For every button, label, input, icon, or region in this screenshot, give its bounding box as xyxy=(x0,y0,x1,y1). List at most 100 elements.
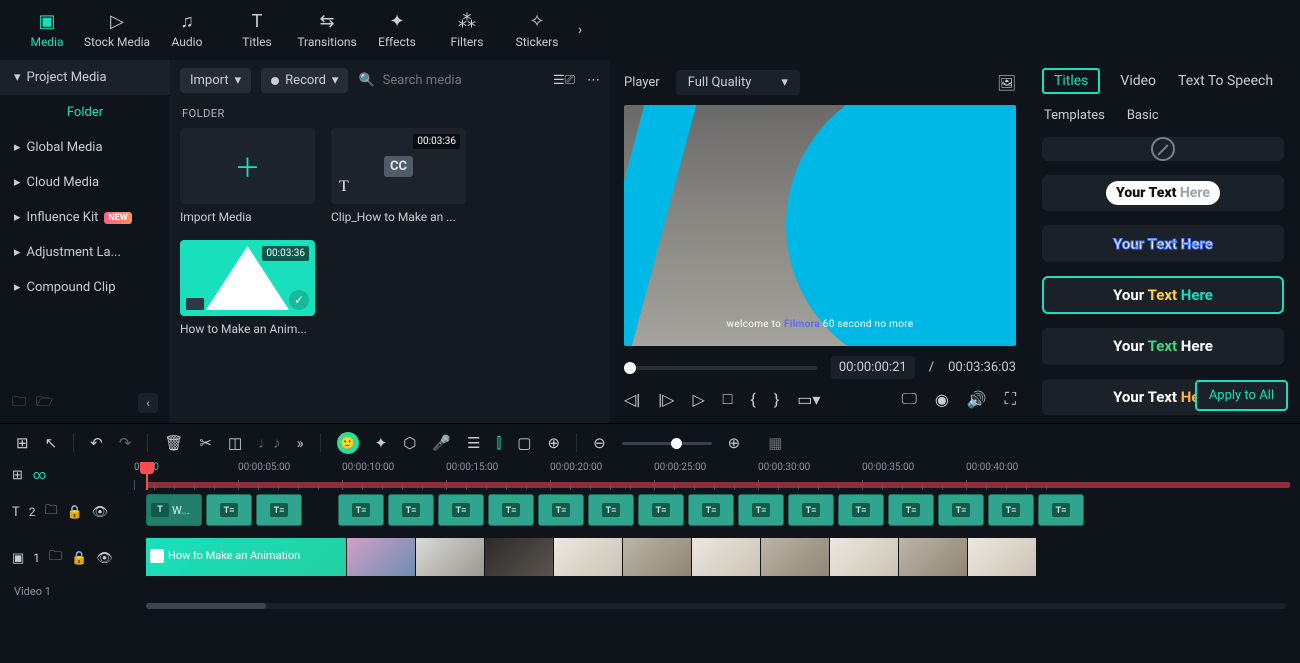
fullscreen-icon[interactable]: ⛶ xyxy=(1005,389,1016,409)
text-clip[interactable]: T≡ xyxy=(888,494,934,526)
text-clip[interactable]: T≡ xyxy=(738,494,784,526)
seek-bar[interactable] xyxy=(624,366,817,370)
new-bin-icon[interactable]: 🗁 xyxy=(36,391,53,415)
pointer-icon[interactable]: ↖ xyxy=(45,434,58,452)
tab-stock-media[interactable]: ▷Stock Media xyxy=(82,4,152,56)
video-clip[interactable] xyxy=(347,538,415,576)
apply-to-all-button[interactable]: Apply to All xyxy=(1195,380,1288,411)
mark-in-icon[interactable]: { xyxy=(750,390,755,409)
crop-icon[interactable]: ◫ xyxy=(228,434,242,452)
text-clip[interactable]: T≡ xyxy=(988,494,1034,526)
sidebar-folder[interactable]: Folder xyxy=(0,95,170,130)
text-clip[interactable]: T≡ xyxy=(938,494,984,526)
add-icon[interactable]: ⊕ xyxy=(547,434,560,452)
text-track[interactable]: TW...T≡T≡T≡T≡T≡T≡T≡T≡T≡T≡T≡T≡T≡T≡T≡T≡T≡ xyxy=(134,494,1300,530)
title-template-tricolor[interactable]: Your Text Here xyxy=(1042,276,1284,314)
text-clip[interactable]: T≡ xyxy=(638,494,684,526)
text-clip[interactable]: TW... xyxy=(146,494,202,526)
video-clip[interactable] xyxy=(830,538,898,576)
redo-icon[interactable]: ↷ xyxy=(119,434,132,452)
collapse-sidebar-button[interactable]: ‹ xyxy=(138,393,158,413)
prev-frame-icon[interactable]: ◁| xyxy=(624,390,640,409)
eye-icon[interactable]: 👁 xyxy=(92,505,109,520)
next-frame-icon[interactable]: |▷ xyxy=(658,390,674,409)
text-clip[interactable]: T≡ xyxy=(438,494,484,526)
folder-icon[interactable]: 🗀 xyxy=(49,547,62,569)
sidebar-compound-clip[interactable]: ▸Compound Clip xyxy=(0,270,170,305)
snap-icon[interactable]: ⊞ xyxy=(16,434,29,452)
ratio-icon[interactable]: ▭▾ xyxy=(797,390,820,409)
link-icon[interactable]: ∞ xyxy=(33,468,46,483)
record-button[interactable]: Record▾ xyxy=(261,68,348,93)
import-button[interactable]: Import▾ xyxy=(180,68,251,93)
video-clip[interactable] xyxy=(623,538,691,576)
quality-select[interactable]: Full Quality▾ xyxy=(676,70,800,95)
tab-effects[interactable]: ✦Effects xyxy=(362,4,432,56)
text-clip[interactable]: T≡ xyxy=(388,494,434,526)
more-tools-icon[interactable]: » xyxy=(297,434,304,452)
title-template-outline[interactable]: Your Text Here xyxy=(1042,225,1284,261)
text-clip[interactable]: T≡ xyxy=(256,494,302,526)
lock-icon[interactable]: 🔒 xyxy=(67,505,83,520)
mark-out-icon[interactable]: } xyxy=(774,390,779,409)
zoom-slider[interactable] xyxy=(622,442,712,445)
text-clip[interactable]: T≡ xyxy=(538,494,584,526)
screen-icon[interactable]: ▢ xyxy=(517,434,531,452)
music-icon[interactable]: ♩♪ xyxy=(258,434,281,452)
undo-icon[interactable]: ↶ xyxy=(90,434,103,452)
playhead[interactable]: ✂ xyxy=(146,462,148,490)
tab-titles[interactable]: TTitles xyxy=(222,4,292,56)
text-clip[interactable]: T≡ xyxy=(488,494,534,526)
video-track[interactable] xyxy=(134,538,1300,578)
title-template-green[interactable]: Your Text Here xyxy=(1042,328,1284,364)
sidebar-cloud-media[interactable]: ▸Cloud Media xyxy=(0,165,170,200)
video-clip[interactable] xyxy=(761,538,829,576)
zoom-handle[interactable] xyxy=(671,438,682,449)
video-clip[interactable] xyxy=(968,538,1036,576)
scrollbar-thumb[interactable] xyxy=(146,603,266,609)
lock-icon[interactable]: 🔒 xyxy=(71,551,87,566)
tab-audio[interactable]: ♫Audio xyxy=(152,4,222,56)
zoom-out-icon[interactable]: ⊖ xyxy=(593,434,606,452)
clip-video-tile[interactable]: 00:03:36 ✓ xyxy=(180,240,315,316)
rtab-tts[interactable]: Text To Speech xyxy=(1176,69,1275,93)
seek-handle[interactable] xyxy=(624,362,636,374)
filter-icon[interactable]: ☰⎚ xyxy=(553,73,575,88)
tab-filters[interactable]: ⁂Filters xyxy=(432,4,502,56)
more-icon[interactable]: ⋯ xyxy=(587,73,600,88)
video-preview[interactable]: welcome to Filmora 60 second no more xyxy=(624,105,1016,346)
play-icon[interactable]: ▷ xyxy=(692,390,704,409)
sidebar-project-media[interactable]: ▾Project Media xyxy=(0,60,170,95)
more-tabs-icon[interactable]: › xyxy=(578,22,582,38)
subtab-basic[interactable]: Basic xyxy=(1125,104,1161,127)
display-icon[interactable]: 🖵 xyxy=(901,389,916,409)
title-template-none[interactable] xyxy=(1042,137,1284,161)
text-clip[interactable]: T≡ xyxy=(1038,494,1084,526)
ai-assistant-icon[interactable]: 🙂 xyxy=(337,432,359,454)
rtab-titles[interactable]: Titles xyxy=(1042,68,1100,94)
shield-icon[interactable]: ⬡ xyxy=(403,434,416,452)
text-clip[interactable]: T≡ xyxy=(206,494,252,526)
video-clip[interactable] xyxy=(416,538,484,576)
split-icon[interactable]: ✂ xyxy=(199,434,212,452)
title-template-pill[interactable]: Your Text Here xyxy=(1042,175,1284,211)
sidebar-global-media[interactable]: ▸Global Media xyxy=(0,130,170,165)
search-media-input[interactable] xyxy=(383,73,503,88)
video-clip[interactable] xyxy=(899,538,967,576)
mic-icon[interactable]: 🎤 xyxy=(432,434,451,452)
volume-icon[interactable]: 🔊 xyxy=(967,390,987,409)
folder-icon[interactable]: 🗀 xyxy=(45,501,58,523)
grid-icon[interactable]: ▦ xyxy=(768,434,782,452)
zoom-in-icon[interactable]: ⊕ xyxy=(728,434,741,452)
add-track-icon[interactable]: ⊞ xyxy=(12,468,23,483)
new-folder-icon[interactable]: 🗀 xyxy=(12,391,26,415)
text-clip[interactable]: T≡ xyxy=(788,494,834,526)
tab-transitions[interactable]: ⇆Transitions xyxy=(292,4,362,56)
sidebar-adjustment-layer[interactable]: ▸Adjustment La... xyxy=(0,235,170,270)
stop-icon[interactable]: □ xyxy=(723,389,733,409)
text-clip[interactable]: T≡ xyxy=(838,494,884,526)
delete-icon[interactable]: 🗑 xyxy=(164,434,183,452)
marker-icon[interactable]: ⫿ xyxy=(496,434,501,452)
sparkle-icon[interactable]: ✦ xyxy=(375,434,388,452)
text-clip[interactable]: T≡ xyxy=(588,494,634,526)
